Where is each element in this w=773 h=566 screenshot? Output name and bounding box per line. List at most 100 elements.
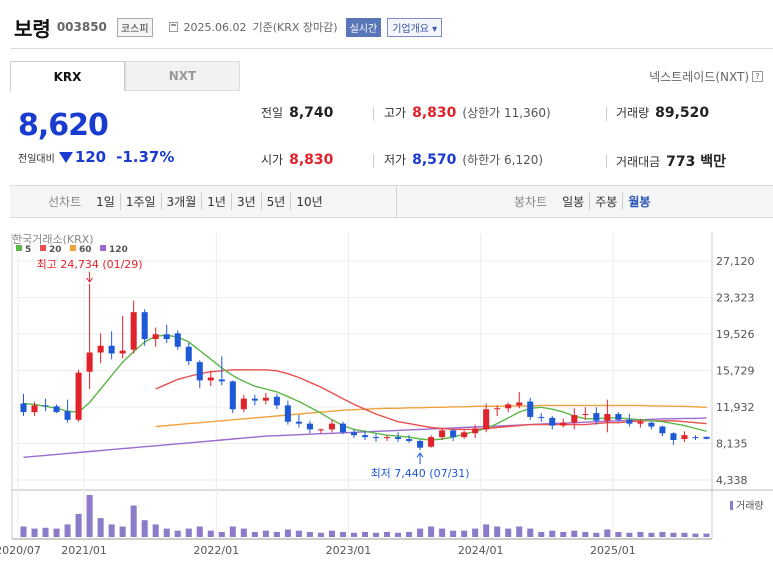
candle-body — [141, 312, 148, 340]
x-tick-label: 2024/01 — [458, 544, 504, 557]
volume-bar — [273, 531, 280, 537]
candle-weekly-button[interactable]: 주봉 — [589, 193, 622, 210]
tab-krx[interactable]: KRX — [10, 61, 125, 91]
line-chart-label[interactable]: 선차트 — [48, 193, 81, 210]
candle-body — [20, 403, 27, 413]
stat-trade-value: 거래대금 773 백만 — [616, 151, 726, 171]
volume-bar — [108, 524, 115, 537]
x-tick-label: 2025/01 — [590, 544, 636, 557]
candle-body — [494, 408, 501, 410]
candle-monthly-button[interactable]: 월봉 — [622, 193, 655, 210]
candle-body — [130, 312, 137, 350]
volume-bar — [648, 532, 655, 537]
candle-body — [295, 421, 302, 424]
realtime-button[interactable]: 실시간 — [345, 17, 382, 37]
nextrade-label: 넥스트레이드(NXT) — [649, 70, 749, 84]
candle-body — [439, 430, 446, 438]
stat-prev-close: 전일 8,740 — [261, 104, 333, 121]
company-overview-button[interactable]: 기업개요 ▾ — [387, 17, 443, 37]
price-chart[interactable]: 27,120 23,323 19,526 15,729 11,932 8,135 4,338… — [0, 225, 773, 566]
candle-body — [163, 334, 170, 340]
volume-bar — [494, 526, 501, 537]
candle-body — [406, 439, 413, 441]
volume-bar — [119, 526, 126, 537]
y-tick-label: 15,729 — [716, 365, 755, 378]
low-value: 8,570 — [412, 151, 457, 168]
candle-body — [317, 429, 324, 431]
period-3y-button[interactable]: 3년 — [230, 193, 261, 210]
volume-bar — [86, 495, 93, 537]
period-1w-button[interactable]: 1주일 — [119, 193, 161, 210]
volume-bar — [20, 526, 27, 537]
period-1y-button[interactable]: 1년 — [201, 193, 231, 210]
change-percent: -1.37% — [116, 148, 175, 166]
chart-toolbar: 선차트 1일 1주일 3개월 1년 3년 5년 10년 봉차트 일봉 주봉 월봉 — [10, 185, 773, 218]
volume-bar — [75, 513, 82, 537]
candle-body — [97, 345, 104, 353]
tab-nxt[interactable]: NXT — [125, 61, 240, 91]
candle-body — [527, 401, 534, 417]
period-1d-button[interactable]: 1일 — [91, 193, 120, 210]
volume-bar — [527, 528, 534, 537]
candle-body — [395, 437, 402, 440]
volume-bar — [196, 526, 203, 537]
candle-body — [615, 414, 622, 420]
volume-label: 거래량 — [616, 106, 650, 120]
volume-bar — [31, 528, 38, 537]
volume-bar — [64, 524, 71, 537]
volume-bar — [505, 528, 512, 537]
volume-bar — [692, 533, 699, 537]
candle-body — [681, 435, 688, 440]
candle-body — [152, 334, 159, 340]
legend-swatch — [16, 245, 22, 251]
nextrade-link[interactable]: 넥스트레이드(NXT) ? — [649, 68, 763, 85]
candle-body — [86, 352, 93, 372]
candle-daily-button[interactable]: 일봉 — [557, 193, 589, 210]
high-value: 8,830 — [412, 104, 457, 121]
volume-bar — [670, 532, 677, 537]
market-badge: 코스피 — [116, 17, 153, 37]
candle-body — [119, 350, 126, 354]
stat-volume: 거래량 89,520 — [616, 104, 709, 121]
trade-value-label: 거래대금 — [616, 154, 661, 169]
ma60-line — [155, 404, 707, 428]
candle-body — [461, 432, 468, 438]
volume-bar — [361, 531, 369, 537]
volume-bar — [637, 531, 644, 537]
candle-body — [53, 406, 60, 413]
candle-body — [174, 333, 181, 347]
candle-body — [361, 435, 369, 438]
period-3m-button[interactable]: 3개월 — [160, 193, 202, 210]
candle-body — [516, 402, 523, 406]
help-icon[interactable]: ? — [752, 71, 763, 82]
candle-body — [262, 397, 269, 401]
candle-body — [207, 377, 214, 381]
y-tick-label: 27,120 — [716, 255, 755, 268]
prev-close-label: 전일 — [261, 106, 284, 120]
stat-divider — [373, 107, 374, 121]
volume-bar — [450, 530, 457, 537]
volume-bar — [582, 531, 589, 537]
stat-divider — [373, 154, 374, 168]
change-label: 전일대비 — [18, 153, 55, 165]
volume-bar — [240, 528, 247, 537]
y-tick-label: 4,338 — [716, 474, 748, 487]
volume-bar — [295, 530, 302, 537]
candle-chart-label[interactable]: 봉차트 — [514, 193, 547, 210]
volume-bar — [571, 530, 578, 537]
candle-body — [703, 436, 710, 439]
candle-body — [450, 430, 457, 438]
ma5-line — [23, 334, 707, 441]
volume-bar — [174, 530, 181, 537]
volume-bar — [439, 528, 446, 537]
y-tick-label: 8,135 — [716, 438, 748, 451]
period-5y-button[interactable]: 5년 — [260, 193, 291, 210]
candle-body — [571, 414, 578, 423]
header-divider — [10, 48, 773, 49]
candle-body — [350, 432, 358, 436]
period-10y-button[interactable]: 10년 — [290, 193, 327, 210]
volume-bar — [461, 530, 468, 537]
volume-bar — [284, 529, 291, 537]
upper-limit: (상한가 11,360) — [462, 106, 551, 120]
candle-body — [42, 405, 49, 407]
